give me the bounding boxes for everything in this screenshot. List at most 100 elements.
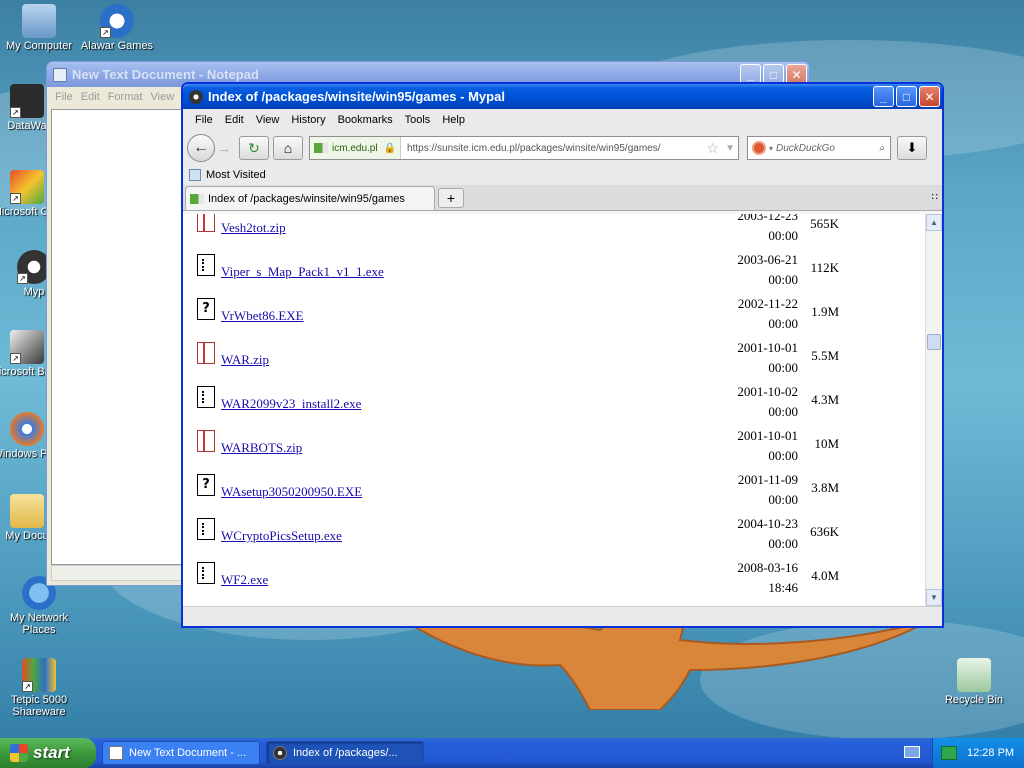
url-dropdown-icon[interactable]: ▼ [722, 143, 738, 154]
site-identity-button[interactable]: icm.edu.pl 🔒 [310, 137, 402, 159]
back-button[interactable]: ← [187, 134, 215, 162]
desktop-icon-label: My Docu [5, 530, 49, 542]
search-icon[interactable]: ⌕ [879, 143, 890, 154]
menu-file[interactable]: File [189, 114, 219, 126]
tab-strip: Index of /packages/winsite/win95/games +… [183, 185, 942, 211]
menu-help[interactable]: Help [436, 114, 471, 126]
file-link[interactable]: WAR.zip [221, 352, 269, 368]
file-time: 00:00 [768, 272, 798, 287]
file-row: ? VrWbet86.EXE 2002-11-22 00:00 1.9M [193, 292, 918, 336]
minimize-button[interactable]: _ [873, 86, 894, 107]
file-modified-date: 2003-06-21 00:00 [708, 250, 798, 290]
desktop-icon-recycle-bin[interactable]: Recycle Bin [935, 658, 1013, 706]
bookmark-most-visited[interactable]: Most Visited [206, 169, 266, 181]
file-link[interactable]: WAsetup3050200950.EXE [221, 484, 362, 500]
taskbar-item-label: New Text Document - ... [129, 747, 247, 759]
file-time: 00:00 [768, 228, 798, 243]
search-engine-dropdown-icon[interactable]: ▾ [769, 144, 773, 153]
file-link[interactable]: WCryptoPicsSetup.exe [221, 528, 342, 544]
bookmarks-toolbar: Most Visited [183, 165, 942, 185]
recycle-bin-icon [957, 658, 991, 692]
menu-file[interactable]: File [51, 91, 77, 103]
desktop-icon-alawar-games[interactable]: ↗ Alawar Games [78, 4, 156, 52]
desktop-icon-tetpic[interactable]: ↗ Tetpic 5000 Shareware [0, 658, 78, 718]
desktop-icon-my-computer[interactable]: My Computer [0, 4, 78, 52]
binary-file-icon [197, 562, 215, 584]
start-label: start [33, 743, 70, 762]
browser-titlebar[interactable]: Index of /packages/winsite/win95/games -… [183, 84, 942, 109]
reload-button[interactable]: ↻ [239, 136, 269, 160]
file-time: 00:00 [768, 492, 798, 507]
desktop-icon-label: My Computer [5, 40, 73, 52]
taskbar-item-browser[interactable]: Index of /packages/... [266, 741, 424, 765]
file-date: 2002-11-22 [737, 296, 798, 311]
forward-button[interactable]: → [217, 140, 231, 156]
tab-list-icon[interactable]: ∷ [932, 192, 938, 203]
file-date: 2001-10-01 [737, 340, 798, 355]
file-link[interactable]: WARBOTS.zip [221, 440, 302, 456]
search-placeholder: DuckDuckGo [776, 142, 835, 154]
home-button[interactable]: ⌂ [273, 136, 303, 160]
menu-view[interactable]: View [147, 91, 179, 103]
file-link[interactable]: WAR2099v23_install2.exe [221, 396, 361, 412]
file-time: 18:46 [768, 580, 798, 595]
folder-icon [10, 494, 44, 528]
menu-bookmarks[interactable]: Bookmarks [332, 114, 399, 126]
taskbar-item-notepad[interactable]: New Text Document - ... [102, 741, 260, 765]
menu-tools[interactable]: Tools [399, 114, 437, 126]
file-modified-date: 2001-10-01 00:00 [708, 426, 798, 466]
file-row: ? WAsetup3050200950.EXE 2001-11-09 00:00 3.8… [193, 468, 918, 512]
reload-icon: ↻ [248, 139, 260, 156]
file-row: WAR2099v23_install2.exe 2001-10-02 00:00 4.… [193, 380, 918, 424]
scroll-thumb[interactable] [927, 334, 941, 350]
search-box[interactable]: ▾ DuckDuckGo ⌕ [747, 136, 891, 160]
scroll-up-arrow-icon[interactable]: ▲ [926, 214, 942, 231]
file-listing: Vesh2tot.zip 2003-12-23 00:00 565K Viper_s_M… [193, 214, 918, 600]
new-tab-button[interactable]: + [438, 188, 464, 208]
tetpic-icon: ↗ [22, 658, 56, 692]
notepad-icon [53, 67, 67, 82]
notepad-icon [109, 746, 123, 760]
file-modified-date: 2008-03-16 18:46 [708, 558, 798, 598]
close-button[interactable]: ✕ [919, 86, 940, 107]
file-row: Viper_s_Map_Pack1_v1_1.exe 2003-06-21 00:0… [193, 248, 918, 292]
menu-format[interactable]: Format [104, 91, 147, 103]
file-size: 112K [810, 260, 839, 275]
file-link[interactable]: Vesh2tot.zip [221, 220, 286, 236]
zip-file-icon [197, 214, 215, 232]
keyboard-icon[interactable] [904, 746, 920, 758]
file-link[interactable]: WF2.exe [221, 572, 268, 588]
file-link[interactable]: VrWbet86.EXE [221, 308, 304, 324]
desktop-icon-label: Recycle Bin [944, 694, 1004, 706]
tab-title: Index of /packages/winsite/win95/games [208, 192, 405, 205]
menu-edit[interactable]: Edit [77, 91, 104, 103]
desktop-icon-label: My Network Places [9, 612, 69, 636]
tab-index-games[interactable]: Index of /packages/winsite/win95/games [185, 186, 435, 210]
scroll-down-arrow-icon[interactable]: ▼ [926, 589, 942, 606]
menu-view[interactable]: View [250, 114, 286, 126]
start-button[interactable]: start [0, 738, 96, 768]
browser-window[interactable]: Index of /packages/winsite/win95/games -… [181, 82, 944, 628]
file-size: 4.3M [811, 392, 839, 407]
bookmark-star-icon[interactable]: ☆ [704, 140, 723, 157]
file-date: 2001-10-02 [737, 384, 798, 399]
plus-icon: + [446, 190, 456, 206]
download-arrow-icon: ⬇ [906, 140, 918, 155]
media-player-icon [10, 412, 44, 446]
downloads-button[interactable]: ⬇ [897, 136, 927, 160]
vertical-scrollbar[interactable]: ▲ ▼ [925, 214, 942, 606]
menu-history[interactable]: History [285, 114, 331, 126]
file-date: 2001-11-09 [737, 472, 798, 487]
url-text[interactable]: https://sunsite.icm.edu.pl/packages/wins… [401, 143, 704, 154]
menu-edit[interactable]: Edit [219, 114, 250, 126]
network-status-icon[interactable] [941, 746, 957, 760]
maximize-button[interactable]: □ [896, 86, 917, 107]
file-size: 5.5M [811, 348, 839, 363]
file-link[interactable]: Viper_s_Map_Pack1_v1_1.exe [221, 264, 384, 280]
binary-file-icon [197, 518, 215, 540]
file-time: 00:00 [768, 360, 798, 375]
clock[interactable]: 12:28 PM [967, 747, 1014, 759]
desktop-icon-label: Alawar Games [80, 40, 154, 52]
file-size: 10M [814, 436, 839, 451]
address-bar[interactable]: icm.edu.pl 🔒 https://sunsite.icm.edu.pl/… [309, 136, 739, 160]
